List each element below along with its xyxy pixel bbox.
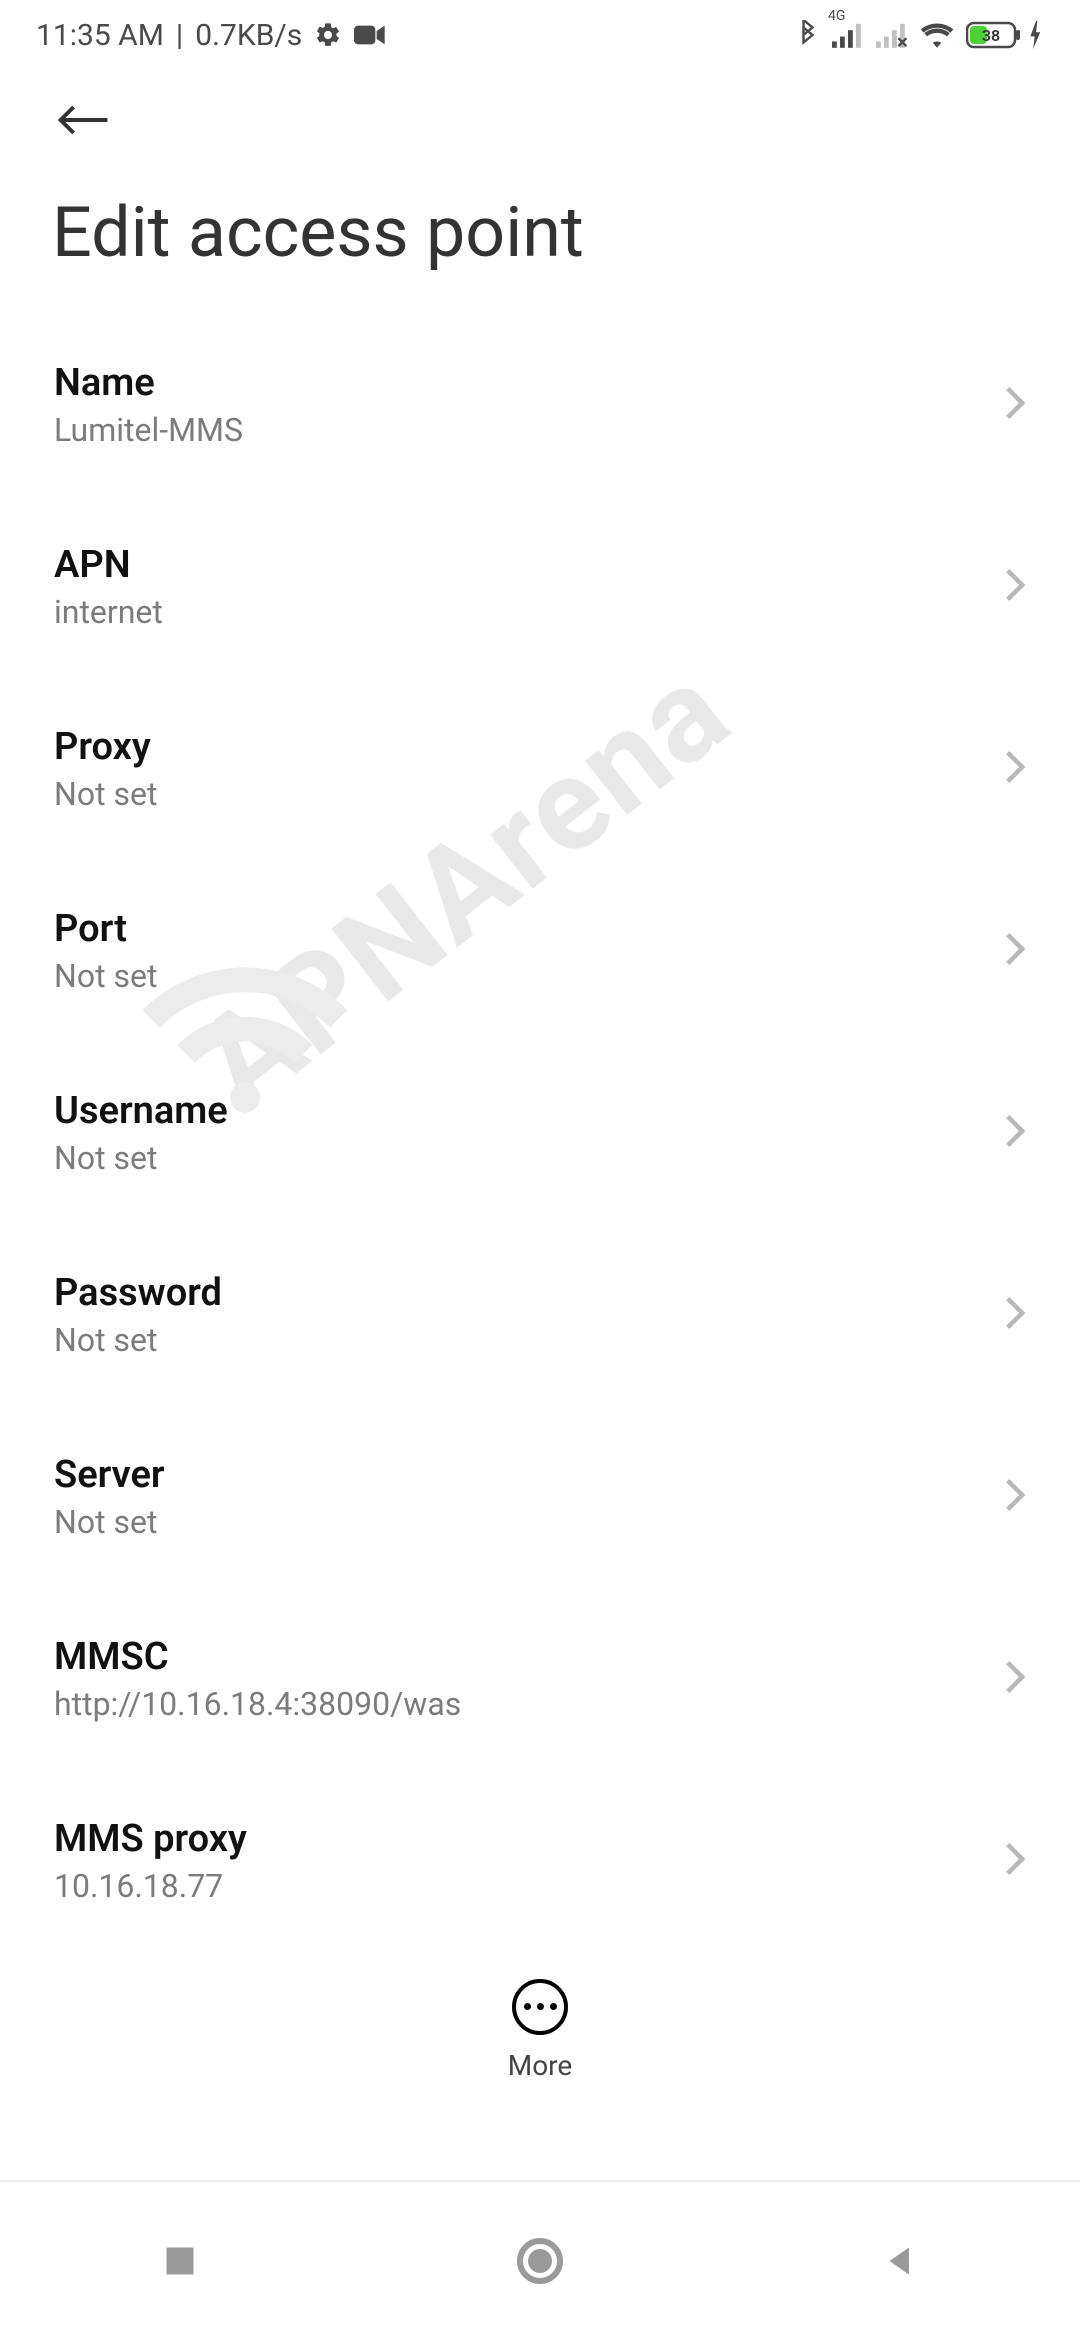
chevron-right-icon (1004, 1841, 1026, 1881)
status-bar: 11:35 AM | 0.7KB/s 4G 38 (0, 0, 1080, 70)
square-icon (162, 2243, 198, 2279)
android-nav-bar (0, 2180, 1080, 2340)
more-icon (512, 1979, 568, 2035)
setting-row-mms-proxy[interactable]: MMS proxy 10.16.18.77 (0, 1770, 1080, 1940)
signal-4g-icon: 4G (832, 22, 864, 48)
row-text: Username Not set (54, 1089, 228, 1177)
row-label: Server (54, 1453, 165, 1497)
status-bar-right: 4G 38 (796, 20, 1044, 50)
signal-net-label: 4G (828, 8, 845, 24)
row-text: Password Not set (54, 1271, 222, 1359)
chevron-right-icon (1004, 1659, 1026, 1699)
wifi-icon (920, 22, 954, 48)
row-label: Username (54, 1089, 228, 1133)
chevron-right-icon (1004, 1113, 1026, 1153)
nav-home-button[interactable] (510, 2231, 570, 2291)
circle-icon (516, 2237, 564, 2285)
status-separator: | (176, 18, 183, 53)
chevron-right-icon (1004, 1477, 1026, 1517)
row-value: Not set (54, 1321, 222, 1359)
row-value: internet (54, 593, 163, 631)
row-value: Not set (54, 957, 157, 995)
battery-percent: 38 (982, 26, 1000, 45)
charging-icon (1028, 21, 1044, 49)
setting-row-password[interactable]: Password Not set (0, 1224, 1080, 1406)
row-text: MMSC http://10.16.18.4:38090/was (54, 1635, 461, 1723)
row-label: Proxy (54, 725, 157, 769)
nav-back-button[interactable] (870, 2231, 930, 2291)
more-label: More (508, 2049, 573, 2082)
app-header (0, 70, 1080, 152)
status-net-speed: 0.7KB/s (195, 18, 302, 53)
more-button[interactable]: More (508, 1979, 573, 2082)
setting-row-server[interactable]: Server Not set (0, 1406, 1080, 1588)
setting-row-username[interactable]: Username Not set (0, 1042, 1080, 1224)
row-text: Port Not set (54, 907, 157, 995)
row-value: Not set (54, 775, 157, 813)
signal-sim2-icon (876, 22, 908, 48)
page-title: Edit access point (0, 152, 1080, 314)
row-label: APN (54, 543, 163, 587)
row-value: Not set (54, 1139, 228, 1177)
row-value: http://10.16.18.4:38090/was (54, 1685, 461, 1723)
gear-icon (314, 21, 342, 49)
row-value: 10.16.18.77 (54, 1867, 247, 1905)
chevron-right-icon (1004, 567, 1026, 607)
settings-list: Name Lumitel-MMS APN internet Proxy Not … (0, 314, 1080, 1940)
bluetooth-icon (796, 20, 820, 50)
battery-icon: 38 (966, 21, 1044, 49)
triangle-back-icon (882, 2241, 918, 2281)
back-arrow-icon (58, 100, 110, 140)
back-button[interactable] (52, 88, 116, 152)
row-text: Name Lumitel-MMS (54, 361, 243, 449)
setting-row-proxy[interactable]: Proxy Not set (0, 678, 1080, 860)
row-label: MMSC (54, 1635, 461, 1679)
row-text: Proxy Not set (54, 725, 157, 813)
nav-recent-button[interactable] (150, 2231, 210, 2291)
chevron-right-icon (1004, 749, 1026, 789)
setting-row-name[interactable]: Name Lumitel-MMS (0, 314, 1080, 496)
row-value: Lumitel-MMS (54, 411, 243, 449)
row-label: Port (54, 907, 157, 951)
row-label: Password (54, 1271, 222, 1315)
row-text: Server Not set (54, 1453, 165, 1541)
row-text: MMS proxy 10.16.18.77 (54, 1817, 247, 1905)
bottom-action-bar: More (0, 1940, 1080, 2120)
row-value: Not set (54, 1503, 165, 1541)
chevron-right-icon (1004, 931, 1026, 971)
video-camera-icon (354, 23, 386, 47)
setting-row-mmsc[interactable]: MMSC http://10.16.18.4:38090/was (0, 1588, 1080, 1770)
status-time: 11:35 AM (36, 18, 164, 53)
chevron-right-icon (1004, 385, 1026, 425)
chevron-right-icon (1004, 1295, 1026, 1335)
setting-row-port[interactable]: Port Not set (0, 860, 1080, 1042)
row-text: APN internet (54, 543, 163, 631)
row-label: Name (54, 361, 243, 405)
status-bar-left: 11:35 AM | 0.7KB/s (36, 18, 386, 53)
row-label: MMS proxy (54, 1817, 247, 1861)
setting-row-apn[interactable]: APN internet (0, 496, 1080, 678)
